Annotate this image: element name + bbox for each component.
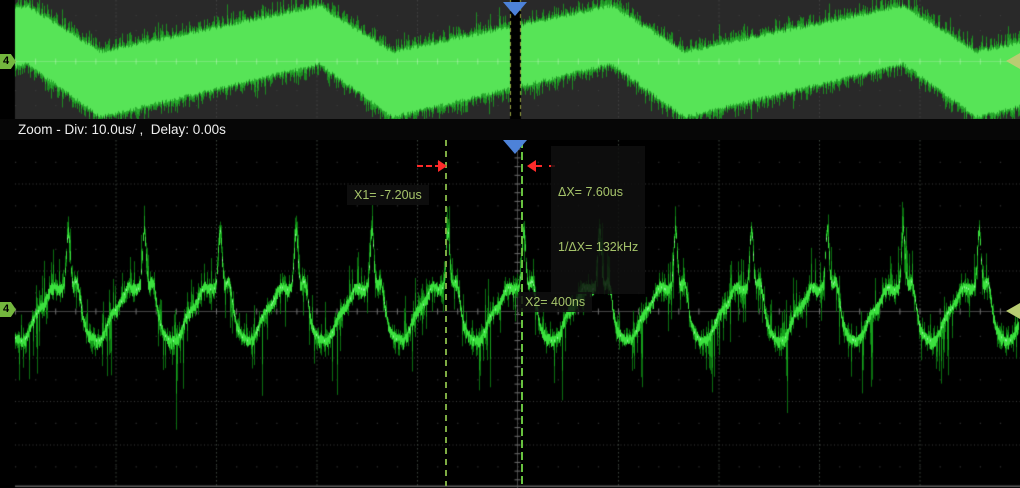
cursor-x1-line[interactable]: [445, 140, 447, 486]
zoom-info-text: Zoom - Div: 10.0us/ , Delay: 0.00s: [18, 122, 226, 137]
delta-x-value: ΔX= 7.60us: [558, 183, 638, 202]
zoom-waveform-view[interactable]: [0, 140, 1020, 488]
main-timebase-view[interactable]: [0, 0, 1020, 119]
zoom-info-bar: Zoom - Div: 10.0us/ , Delay: 0.00s: [0, 119, 1020, 140]
trigger-position-icon[interactable]: [503, 2, 527, 16]
trigger-level-icon[interactable]: [1006, 303, 1020, 319]
cursor-x2-readout: X2= 400ns: [518, 292, 592, 312]
cursor-arrow-head-right-icon: [438, 160, 447, 172]
cursor-arrow-head-left-icon: [527, 160, 536, 172]
oscilloscope-display: Zoom - Div: 10.0us/ , Delay: 0.00s 4 4 X…: [0, 0, 1020, 488]
cursor-x1-readout: X1= -7.20us: [347, 185, 429, 205]
trigger-level-icon[interactable]: [1006, 53, 1020, 69]
inverse-delta-x-value: 1/ΔX= 132kHz: [558, 238, 638, 257]
cursor-delta-readout: ΔX= 7.60us 1/ΔX= 132kHz: [551, 146, 645, 294]
cursor-x2-line[interactable]: [521, 140, 523, 486]
trigger-position-icon[interactable]: [503, 140, 527, 154]
